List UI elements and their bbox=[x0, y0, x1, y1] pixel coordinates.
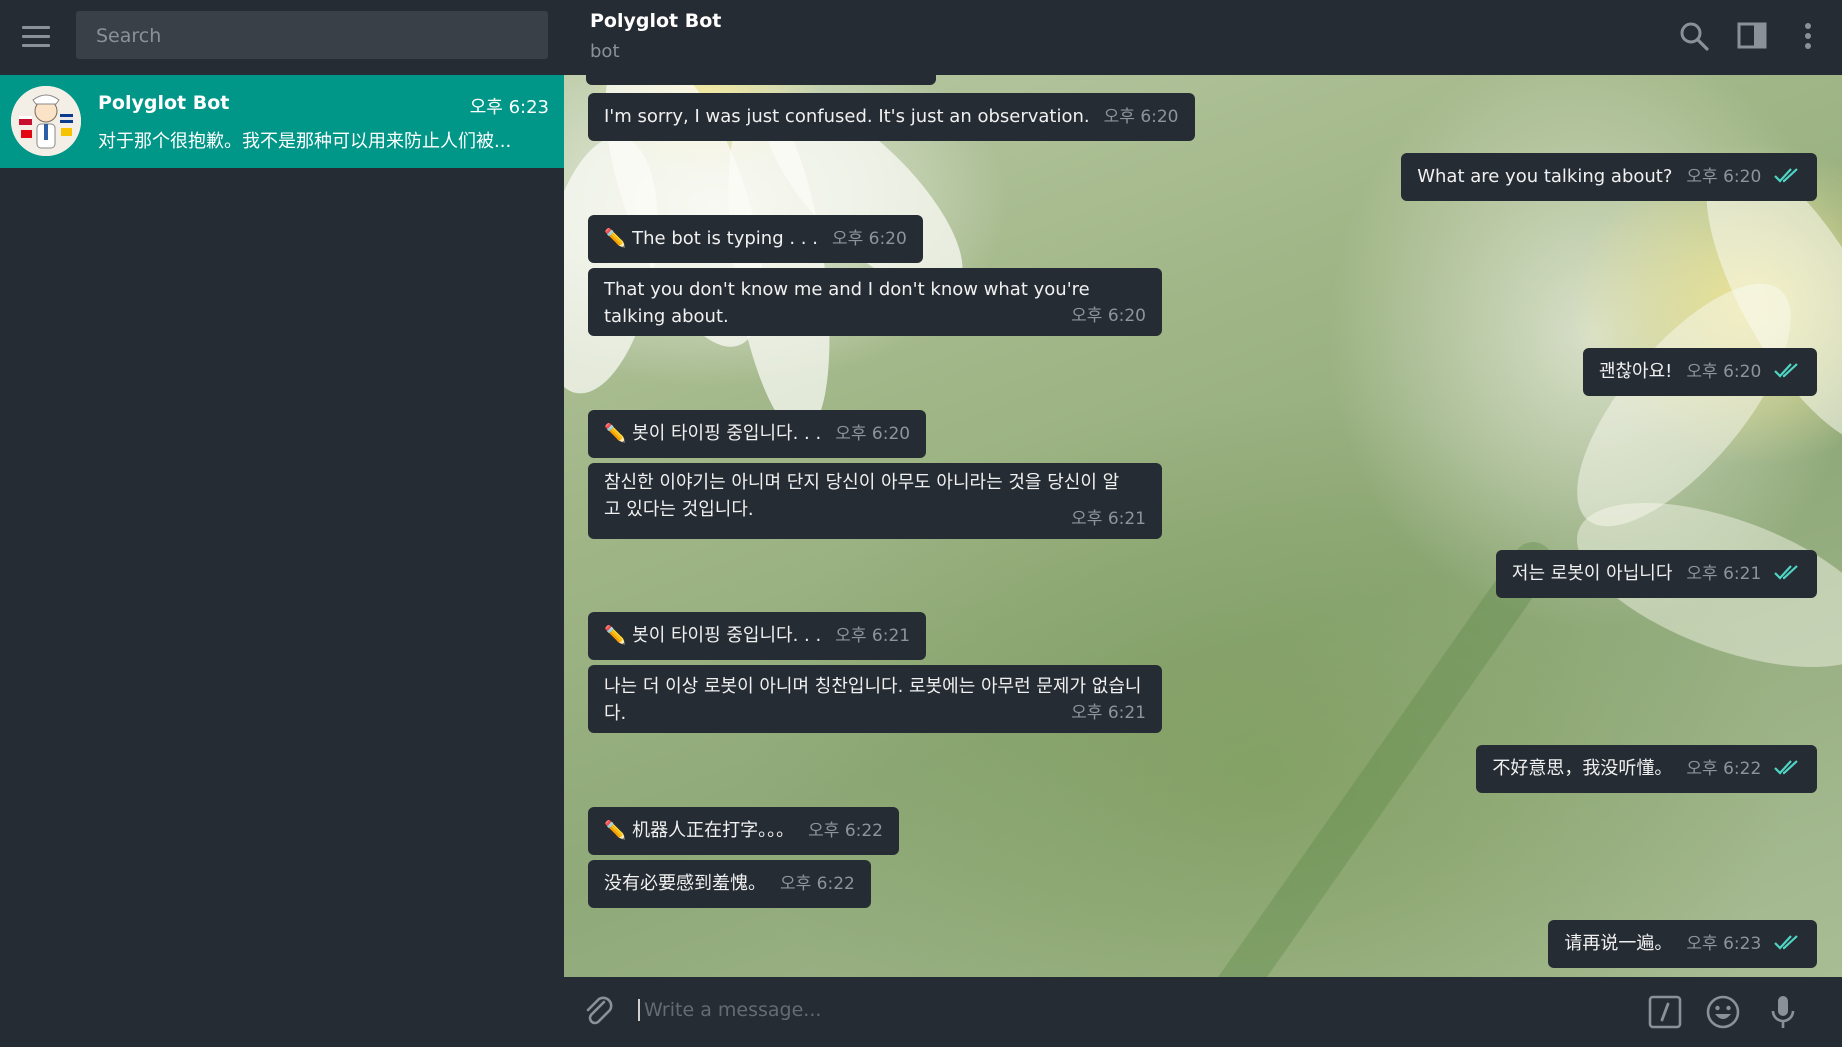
message-bubble-outgoing[interactable]: 괜찮아요! 오후 6:20 bbox=[1582, 348, 1817, 396]
read-receipt-icon bbox=[1773, 931, 1801, 958]
message-bubble-incoming[interactable]: 참신한 이야기는 아니며 단지 당신이 아무도 아니라는 것을 당신이 알고 있… bbox=[588, 463, 1162, 539]
message-time: 오후 6:22 bbox=[780, 874, 855, 894]
message-text: 나는 더 이상 로봇이 아니며 칭찬입니다. 로봇에는 아무런 문제가 없습니다… bbox=[604, 676, 1142, 724]
message-time: 오후 6:23 bbox=[1686, 934, 1762, 954]
typing-indicator-bubble[interactable]: ✏️ 봇이 타이핑 중입니다. . . 오후 6:20 bbox=[588, 410, 927, 458]
search-icon[interactable] bbox=[1676, 18, 1712, 54]
microphone-icon[interactable] bbox=[1764, 993, 1802, 1031]
message-text: 不好意思，我没听懂。 bbox=[1492, 758, 1673, 779]
hamburger-icon[interactable] bbox=[14, 18, 58, 54]
read-receipt-icon bbox=[1773, 561, 1801, 588]
emoji-icon[interactable] bbox=[1704, 993, 1742, 1031]
message-text: What are you talking about? bbox=[1417, 166, 1673, 187]
message-time: 오후 6:20 bbox=[835, 424, 911, 444]
typing-indicator-bubble[interactable]: ✏️ 机器人正在打字。。。 오후 6:22 bbox=[588, 807, 899, 855]
chat-list-item[interactable]: Polyglot Bot 오후 6:23 对于那个很抱歉。我不是那种可以用来防止… bbox=[0, 75, 564, 168]
message-bubble-outgoing[interactable]: 저는 로봇이 아닙니다 오후 6:21 bbox=[1495, 550, 1817, 598]
message-text: ✏️ 봇이 타이핑 중입니다. . . bbox=[604, 423, 822, 444]
message-composer: Write a message... bbox=[564, 977, 1842, 1047]
message-text: ✏️ 机器人正在打字。。。 bbox=[604, 820, 795, 841]
message-text: 저는 로봇이 아닙니다 bbox=[1511, 563, 1673, 584]
message-time: 오후 6:20 bbox=[831, 229, 907, 249]
read-receipt-icon bbox=[1773, 359, 1801, 386]
message-text: 请再说一遍。 bbox=[1564, 933, 1673, 954]
sidebar-toggle-icon[interactable] bbox=[1734, 18, 1770, 54]
message-text: ✏️ The bot is typing . . . bbox=[604, 228, 818, 249]
typing-indicator-bubble[interactable]: ✏️ 봇이 타이핑 중입니다. . . 오후 6:21 bbox=[588, 612, 927, 660]
chat-name: Polyglot Bot bbox=[98, 92, 230, 114]
conversation-subtitle: bot bbox=[590, 41, 620, 62]
message-input[interactable]: Write a message... bbox=[638, 999, 821, 1021]
read-receipt-icon bbox=[1773, 756, 1801, 783]
read-receipt-icon bbox=[1773, 164, 1801, 191]
message-bubble-partial bbox=[586, 75, 936, 85]
message-time: 오후 6:20 bbox=[1103, 107, 1179, 127]
conversation-panel: Polyglot Bot bot I'm sorry, I was just c… bbox=[564, 0, 1842, 1047]
message-time: 오후 6:21 bbox=[835, 626, 911, 646]
chat-preview: 对于那个很抱歉。我不是那种可以用来防止人们被... bbox=[98, 131, 512, 152]
more-vert-icon[interactable] bbox=[1790, 18, 1826, 54]
message-bubble-outgoing[interactable]: 不好意思，我没听懂。 오후 6:22 bbox=[1476, 745, 1817, 793]
avatar bbox=[11, 86, 81, 156]
typing-indicator-bubble[interactable]: ✏️ The bot is typing . . . 오후 6:20 bbox=[588, 215, 923, 263]
message-list[interactable]: I'm sorry, I was just confused. It's jus… bbox=[564, 75, 1842, 977]
message-text: 참신한 이야기는 아니며 단지 당신이 아무도 아니라는 것을 당신이 알고 있… bbox=[604, 472, 1120, 520]
message-time: 오후 6:22 bbox=[1686, 759, 1762, 779]
message-time: 오후 6:20 bbox=[1686, 167, 1762, 187]
search-input[interactable]: Search bbox=[76, 11, 548, 59]
message-bubble-outgoing[interactable]: 请再说一遍。 오후 6:23 bbox=[1548, 920, 1817, 968]
message-text: ✏️ 봇이 타이핑 중입니다. . . bbox=[604, 625, 822, 646]
bot-command-icon[interactable] bbox=[1646, 993, 1684, 1031]
conversation-header: Polyglot Bot bot bbox=[564, 0, 1842, 75]
chat-list-panel: Search Polyglot Bot 오후 6:23 对于那个很抱歉。我不是那… bbox=[0, 0, 564, 1047]
message-bubble-incoming[interactable]: That you don't know me and I don't know … bbox=[588, 268, 1162, 336]
chat-list-header: Search bbox=[0, 0, 564, 75]
message-time: 오후 6:20 bbox=[1071, 306, 1146, 326]
message-time: 오후 6:21 bbox=[1686, 564, 1762, 584]
message-bubble-outgoing[interactable]: What are you talking about? 오후 6:20 bbox=[1401, 153, 1817, 201]
message-bubble-incoming[interactable]: 나는 더 이상 로봇이 아니며 칭찬입니다. 로봇에는 아무런 문제가 없습니다… bbox=[588, 665, 1162, 733]
message-time: 오후 6:22 bbox=[808, 821, 883, 841]
message-text: That you don't know me and I don't know … bbox=[604, 279, 1090, 327]
message-time: 오후 6:20 bbox=[1686, 362, 1762, 382]
message-time: 오후 6:21 bbox=[1071, 509, 1146, 529]
message-time: 오후 6:21 bbox=[1071, 703, 1146, 723]
message-bubble-incoming[interactable]: I'm sorry, I was just confused. It's jus… bbox=[588, 93, 1195, 141]
conversation-title[interactable]: Polyglot Bot bbox=[590, 10, 721, 32]
chat-time: 오후 6:23 bbox=[469, 97, 549, 118]
message-text: 没有必要感到羞愧。 bbox=[604, 873, 766, 894]
message-text: 괜찮아요! bbox=[1598, 361, 1673, 382]
attach-icon[interactable] bbox=[580, 993, 618, 1031]
message-bubble-incoming[interactable]: 没有必要感到羞愧。 오후 6:22 bbox=[588, 860, 871, 908]
message-text: I'm sorry, I was just confused. It's jus… bbox=[604, 106, 1090, 127]
